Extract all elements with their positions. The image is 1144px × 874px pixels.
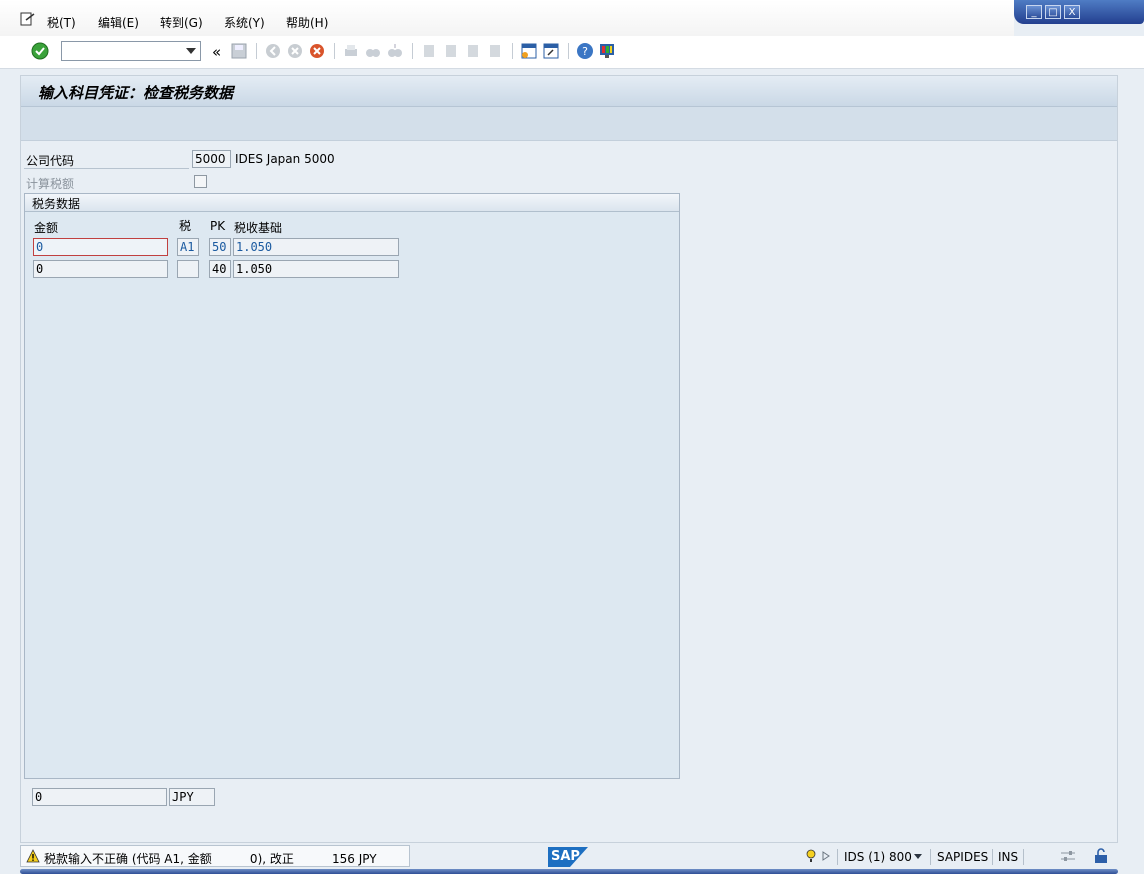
tax-code-field[interactable]: [177, 260, 199, 278]
column-header-tax: 税: [179, 219, 192, 233]
create-shortcut-icon[interactable]: [542, 42, 560, 60]
maximize-button[interactable]: □: [1045, 5, 1061, 19]
main-screen: 输入科目凭证：检查税务数据 公司代码 5000 IDES Japan 5000 …: [20, 75, 1118, 843]
group-header: 税务数据: [25, 194, 679, 212]
tax-data-group: 税务数据 金额 税 PK 税收基础 0 A1 50 1.050 0 40 1.0…: [24, 193, 680, 779]
page-title: 输入科目凭证：检查税务数据: [38, 84, 234, 102]
label-underline: [24, 168, 189, 169]
find-next-icon[interactable]: [386, 42, 404, 60]
tax-code-value: A1: [180, 240, 195, 254]
command-field[interactable]: [61, 41, 201, 61]
menu-item-system[interactable]: 系统(Y): [224, 14, 265, 31]
title-bar: 输入科目凭证：检查税务数据: [21, 76, 1117, 107]
status-separator: [1023, 849, 1024, 865]
menu-item-edit[interactable]: 编辑(E): [98, 14, 139, 31]
amount-value: 0: [36, 240, 44, 254]
system-info: IDS (1) 800: [844, 850, 912, 864]
tax-base-value: 1.050: [236, 262, 273, 276]
status-bar: 税款输入不正确 (代码 A1, 金额 0), 改正 156 JPY SAP ID…: [20, 845, 1118, 869]
company-code-label: 公司代码: [26, 154, 75, 168]
company-name: IDES Japan 5000: [235, 152, 335, 166]
company-code-field[interactable]: 5000: [192, 150, 231, 168]
server-name: SAPIDES: [937, 850, 989, 864]
save-icon[interactable]: [230, 42, 248, 60]
menu-item-help[interactable]: 帮助(H): [286, 14, 328, 31]
toolbar-separator: [412, 43, 413, 59]
pk-field[interactable]: 40: [209, 260, 231, 278]
new-session-icon[interactable]: [520, 42, 538, 60]
status-separator: [837, 849, 838, 865]
calc-tax-label: 计算税额: [26, 177, 75, 191]
application-toolbar: [21, 107, 1117, 141]
system-dropdown-icon[interactable]: [914, 854, 922, 859]
toolbar-separator: [334, 43, 335, 59]
column-header-pk: PK: [210, 219, 226, 233]
toolbar-separator: [256, 43, 257, 59]
status-separator: [992, 849, 993, 865]
total-amount-field: 0: [32, 788, 167, 806]
status-info-icon[interactable]: [805, 849, 817, 863]
status-separator: [930, 849, 931, 865]
total-amount-value: 0: [35, 790, 43, 804]
settings-sliders-icon[interactable]: [1060, 850, 1076, 862]
tax-base-value: 1.050: [236, 240, 273, 254]
minimize-button[interactable]: _: [1026, 5, 1042, 19]
svg-text:?: ?: [582, 45, 588, 58]
help-icon[interactable]: ?: [576, 42, 594, 60]
tax-code-field[interactable]: A1: [177, 238, 199, 256]
customize-layout-icon[interactable]: [598, 42, 616, 60]
back-icon[interactable]: [264, 42, 282, 60]
amount-field[interactable]: 0: [33, 260, 168, 278]
toolbar-separator: [512, 43, 513, 59]
find-icon[interactable]: [364, 42, 382, 60]
cancel-icon[interactable]: [308, 42, 326, 60]
company-code-value: 5000: [195, 152, 226, 166]
currency-value: JPY: [172, 790, 194, 804]
pk-value: 40: [212, 262, 227, 276]
pk-field[interactable]: 50: [209, 238, 231, 256]
tax-base-field[interactable]: 1.050: [233, 260, 399, 278]
exit-icon[interactable]: [286, 42, 304, 60]
toolbar-separator: [568, 43, 569, 59]
print-icon[interactable]: [342, 42, 360, 60]
window-controls: _ □ X: [1014, 0, 1144, 24]
calc-tax-checkbox[interactable]: [194, 175, 207, 188]
window-bottom-border: [20, 869, 1118, 874]
amount-field[interactable]: 0: [33, 238, 168, 256]
tax-base-field[interactable]: 1.050: [233, 238, 399, 256]
back-arrows-icon[interactable]: «: [212, 43, 221, 61]
group-title: 税务数据: [32, 197, 81, 211]
sap-logo-text: SAP: [551, 849, 580, 864]
status-message-text: 税款输入不正确 (代码 A1, 金额 0), 改正 156 JPY: [44, 852, 377, 866]
system-toolbar: « ?: [0, 36, 1144, 69]
chevron-down-icon[interactable]: [186, 48, 196, 54]
first-page-icon[interactable]: [420, 42, 438, 60]
menu-item-tax[interactable]: 税(T): [47, 14, 76, 31]
column-header-amount: 金额: [34, 221, 59, 235]
amount-value: 0: [36, 262, 44, 276]
menu-item-goto[interactable]: 转到(G): [160, 14, 203, 31]
status-message[interactable]: 税款输入不正确 (代码 A1, 金额 0), 改正 156 JPY: [20, 845, 410, 867]
close-button[interactable]: X: [1064, 5, 1080, 19]
previous-page-icon[interactable]: [442, 42, 460, 60]
expand-status-icon[interactable]: [822, 851, 830, 861]
unlock-icon[interactable]: [1094, 848, 1108, 864]
currency-field: JPY: [169, 788, 215, 806]
input-mode: INS: [998, 850, 1019, 864]
menu-edit-icon[interactable]: [20, 12, 36, 26]
next-page-icon[interactable]: [464, 42, 482, 60]
menu-bar: 税(T) 编辑(E) 转到(G) 系统(Y) 帮助(H): [0, 0, 1014, 36]
last-page-icon[interactable]: [486, 42, 504, 60]
warning-icon: [26, 849, 40, 863]
sap-logo: SAP: [548, 847, 588, 867]
enter-check-icon[interactable]: [31, 42, 49, 60]
column-header-base: 税收基础: [234, 221, 283, 235]
pk-value: 50: [212, 240, 227, 254]
